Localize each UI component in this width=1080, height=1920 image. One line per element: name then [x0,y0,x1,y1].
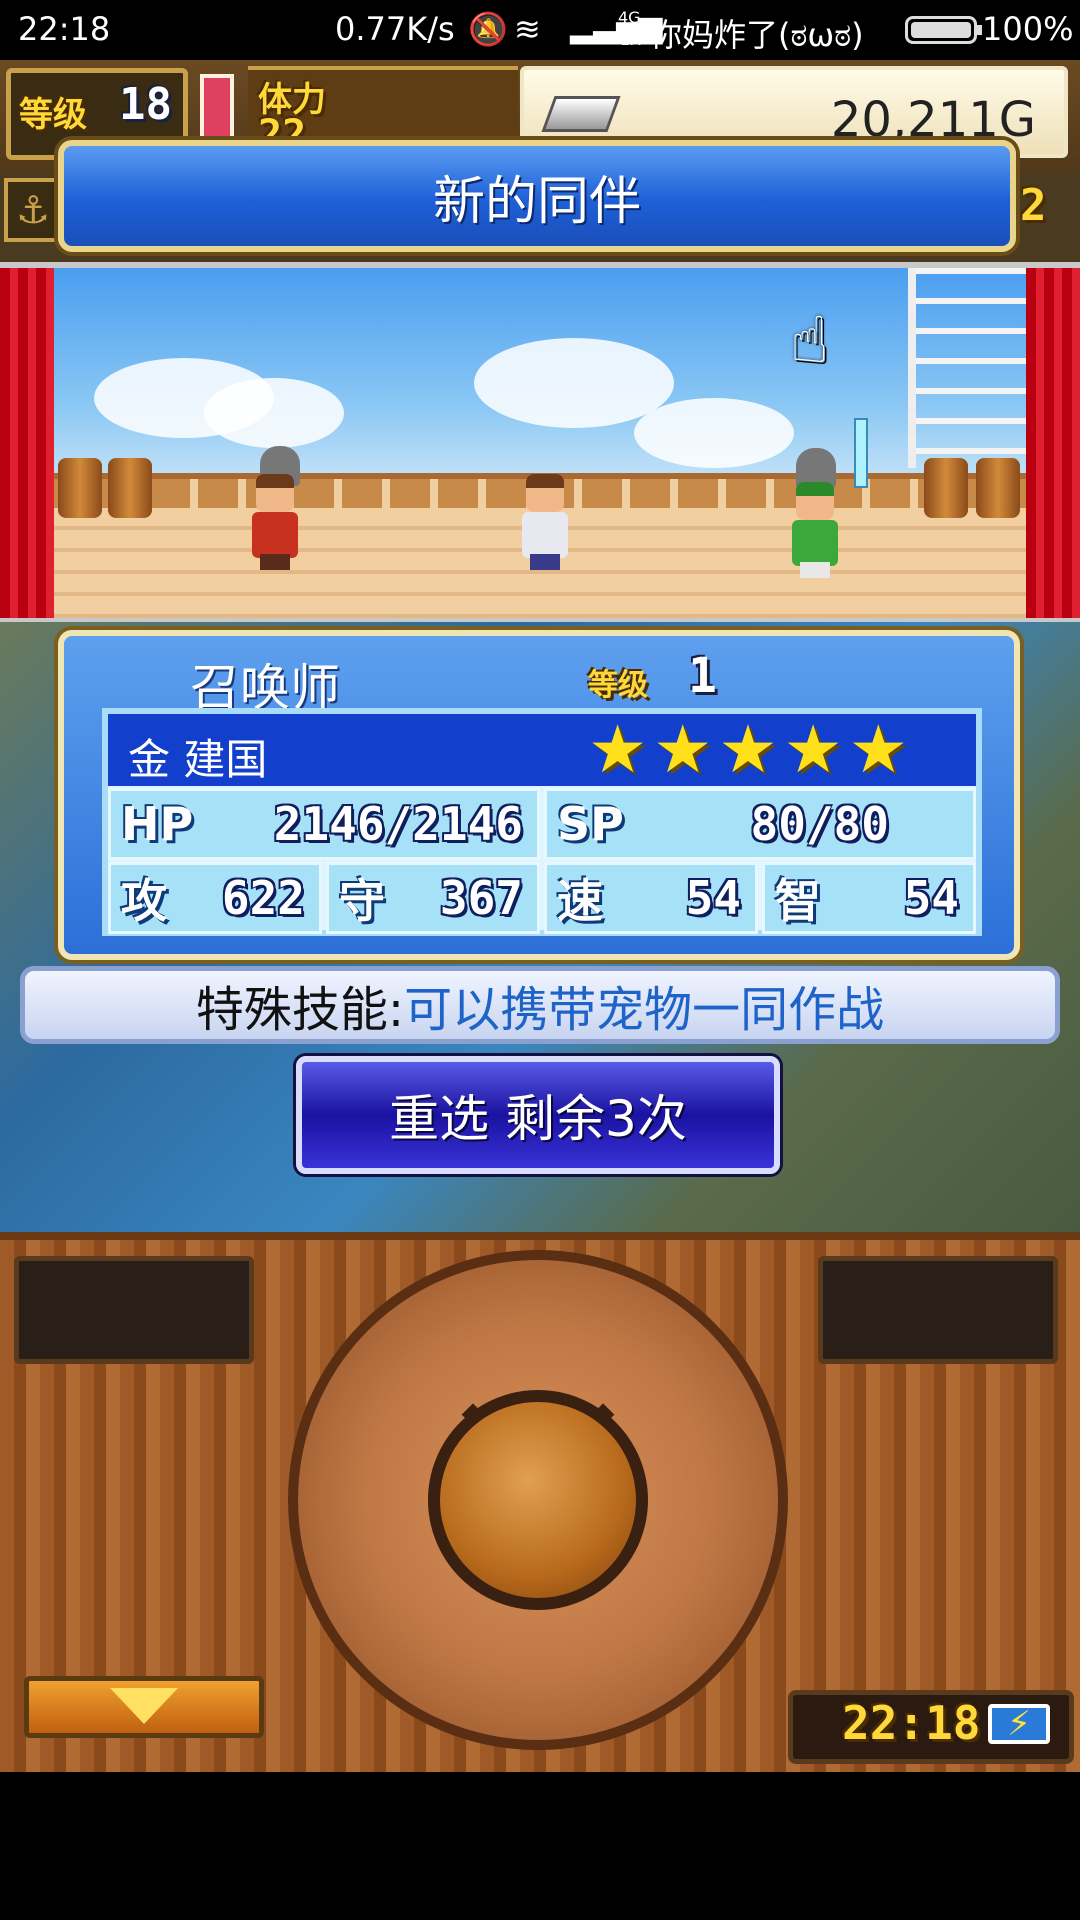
character-legs [260,554,290,570]
cloud [204,378,344,448]
title-banner: 新的同伴 [58,140,1016,252]
barrel [924,458,968,518]
star-icon: ★ [718,711,778,788]
new-companion-character[interactable] [784,482,846,578]
silver-ingot-icon [541,96,621,132]
bottom-black-bar [0,1772,1080,1920]
speed-value: 54 [685,871,741,925]
star-icon: ★ [783,711,843,788]
net-speed: 0.77K/s [335,10,455,48]
reroll-button[interactable]: 重选 剩余3次 [296,1056,780,1174]
battery-icon [905,16,977,44]
rope-ladder [908,268,1026,468]
intelligence-label: 智 [775,874,821,928]
rarity-stars: ★ ★ ★ ★ ★ [588,714,908,786]
curtain-right [1026,268,1080,618]
down-arrow-icon [110,1688,178,1724]
status-time: 22:18 [18,10,111,48]
hud-right-value: 2 [1020,180,1047,231]
signal-sub: 1X [620,30,642,49]
center-action-button[interactable] [428,1390,648,1610]
skill-value: 可以携带宠物一同作战 [404,982,885,1038]
character-legs [530,554,560,570]
hp-value: 2146/2146 [273,797,523,851]
sp-value: 80/80 [750,797,889,851]
level-label: 等级 [19,95,87,135]
left-slot-button[interactable] [14,1256,254,1364]
barrel [108,458,152,518]
hp-cell: HP 2146/2146 [108,788,540,860]
ship-deck-scene: ☝ [54,268,1026,618]
wifi-icon: ≋ [514,10,541,48]
pointing-hand-icon: ☝ [790,304,829,378]
sword-icon [854,418,868,488]
stamina-gauge [200,74,234,148]
intelligence-cell: 智 54 [762,862,976,934]
character-head [796,482,834,520]
companion-name: 金 建国 [128,735,268,784]
defense-value: 367 [439,871,523,925]
character-body [792,520,838,566]
speed-cell: 速 54 [544,862,758,934]
character-body [252,512,298,558]
sp-label: SP [557,797,624,851]
anchor-icon[interactable]: ⚓ [4,178,62,242]
star-icon: ★ [653,711,713,788]
barrel [976,458,1020,518]
banner-title: 新的同伴 [432,171,641,232]
cloud [634,398,794,468]
right-slot-button[interactable] [818,1256,1058,1364]
star-icon: ★ [848,711,908,788]
crew-member-1[interactable] [244,474,306,570]
speed-label: 速 [557,874,603,928]
sp-cell: SP 80/80 [544,788,976,860]
crew-member-2[interactable] [514,474,576,570]
curtain-left [0,268,54,618]
skill-label: 特殊技能: [195,982,405,1038]
star-icon: ★ [588,711,648,788]
character-head [526,474,564,512]
attack-label: 攻 [121,874,167,928]
charging-battery-icon: ⚡ [988,1704,1050,1744]
hp-label: HP [121,797,194,851]
attack-cell: 攻 622 [108,862,322,934]
attack-value: 622 [221,871,305,925]
game-clock: 22:18 [842,1696,981,1750]
special-skill-bar: 特殊技能: 可以携带宠物一同作战 [20,966,1060,1044]
signal-icon: ▂▃▅▆ [570,10,663,45]
defense-cell: 守 367 [326,862,540,934]
status-bar: 22:18 0.77K/s 🔕 ≋ ▂▃▅▆ 4G 1X 你妈炸了(ಠωಠ) 1… [0,0,1080,60]
intelligence-value: 54 [903,871,959,925]
character-head [256,474,294,512]
companion-level-label: 等级 [588,668,648,703]
character-legs [800,562,830,578]
level-value: 18 [119,79,172,130]
battery-percent: 100% [982,10,1074,48]
companion-level-value: 1 [688,648,717,704]
defense-label: 守 [339,874,385,928]
character-body [522,512,568,558]
mute-bell-icon: 🔕 [468,10,508,48]
network-type: 4G [618,8,641,27]
barrel [58,458,102,518]
carrier-name: 你妈炸了(ಠωಠ) [650,16,864,54]
